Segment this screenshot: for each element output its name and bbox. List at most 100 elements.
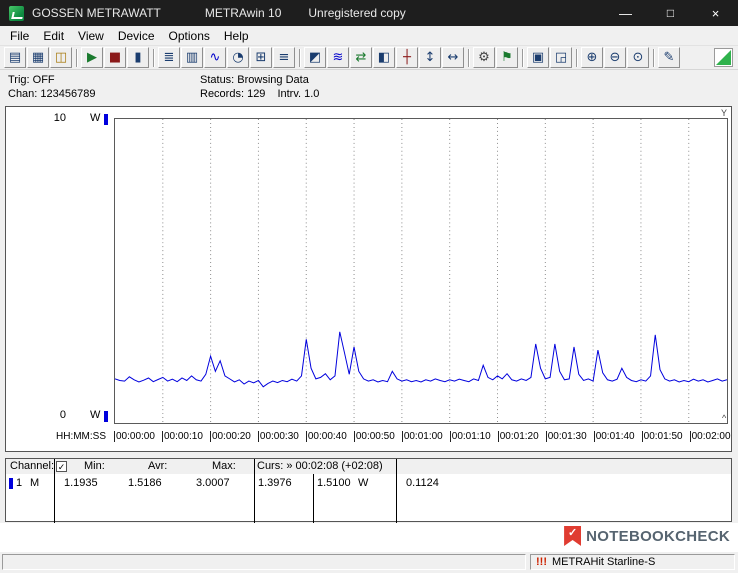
y-axis-max-label: 10 [44, 112, 66, 124]
x-axis-title: HH:MM:SS [56, 431, 106, 442]
print-icon[interactable]: ▣ [527, 47, 549, 68]
header-max: Max: [212, 460, 236, 472]
y-axis-indicator[interactable]: Y [721, 108, 727, 118]
power-trace [115, 332, 727, 387]
x-tick-label: 00:01:10 [452, 431, 491, 442]
toolbar-separator [650, 48, 657, 68]
y-scale-icon[interactable]: ↕ [419, 47, 441, 68]
open-icon[interactable]: ◫ [50, 47, 72, 68]
menu-item-options[interactable]: Options [162, 27, 217, 45]
device-settings-icon[interactable]: ⚙ [473, 47, 495, 68]
x-tick-label: 00:00:20 [212, 431, 251, 442]
x-tick-label: 00:00:00 [116, 431, 155, 442]
x-tick [306, 431, 307, 442]
trigger-icon[interactable]: ⚑ [496, 47, 518, 68]
channel-marker-bottom [104, 411, 108, 422]
notebookcheck-watermark: ✓ NOTEBOOKCHECK [564, 526, 730, 546]
x-tick-label: 00:00:10 [164, 431, 203, 442]
save-as-icon[interactable]: ▦ [27, 47, 49, 68]
toolbar-separator [519, 48, 526, 68]
toolbar-separator [296, 48, 303, 68]
status-segment-device: !!! METRAHit Starline-S [530, 554, 735, 570]
menu-item-edit[interactable]: Edit [36, 27, 71, 45]
x-tick-label: 00:01:30 [548, 431, 587, 442]
print-preview-icon[interactable]: ◲ [550, 47, 572, 68]
x-tick [114, 431, 115, 442]
menu-item-device[interactable]: Device [111, 27, 162, 45]
title-license-status: Unregistered copy [308, 6, 405, 20]
start-recording-icon[interactable]: ▶ [81, 47, 103, 68]
app-icon [9, 6, 24, 21]
status-text: Status: Browsing Data [200, 73, 331, 87]
x-tick-label: 00:00:40 [308, 431, 347, 442]
table-row: 1 M 1.1935 1.5186 3.0007 1.3976 1.5100 W… [6, 477, 731, 491]
close-button[interactable]: × [693, 0, 738, 26]
header-min: Min: [84, 460, 105, 472]
x-axis: HH:MM:SS 00:00:00 00:00:10 00:00:20 00:00:3… [6, 429, 733, 445]
save-icon[interactable]: ▤ [4, 47, 26, 68]
zoom-in-icon[interactable]: ⊕ [581, 47, 603, 68]
x-tick [450, 431, 451, 442]
menu-bar: FileEditViewDeviceOptionsHelp [0, 26, 738, 46]
cell-cursor-a: 1.3976 [258, 477, 292, 489]
title-product-name: METRAwin 10 [205, 6, 281, 20]
view-bargraph-icon[interactable]: ▥ [181, 47, 203, 68]
device-alert-icon: !!! [536, 556, 547, 568]
table-divider [313, 474, 314, 523]
plot-area[interactable] [114, 118, 728, 424]
measurement-table: Channel: ✓ Min: Avr: Max: Curs: » 00:02:… [5, 458, 732, 522]
metrawin-corner-logo-icon [714, 48, 733, 67]
view-chart-icon[interactable]: ∿ [204, 47, 226, 68]
pause-recording-icon[interactable]: ▮ [127, 47, 149, 68]
time-compress-icon[interactable]: ≋ [327, 47, 349, 68]
status-segment-empty [2, 554, 526, 570]
crosshair-icon[interactable]: ┼ [396, 47, 418, 68]
table-divider [396, 459, 397, 523]
title-bar: GOSSEN METRAWATT METRAwin 10 Unregistere… [0, 0, 738, 26]
channel-color-marker [9, 478, 13, 489]
channel-config-icon[interactable]: ◩ [304, 47, 326, 68]
zoom-window-icon[interactable]: ⊙ [627, 47, 649, 68]
cell-avr: 1.5186 [128, 477, 162, 489]
stop-recording-icon[interactable]: ■ [104, 47, 126, 68]
menu-item-view[interactable]: View [71, 27, 111, 45]
cell-cursor-delta: 0.1124 [406, 477, 439, 489]
toolbar: ▤▦◫ ▶■▮ ≣▥∿◔⊞≡ ◩≋⇄◧┼↕↔ ⚙⚑ ▣◲ ⊕⊖⊙ ✎ [0, 46, 738, 70]
toolbar-separator [573, 48, 580, 68]
minimize-button[interactable]: — [603, 0, 648, 26]
table-header: Channel: ✓ Min: Avr: Max: Curs: » 00:02:… [6, 459, 731, 474]
zoom-out-icon[interactable]: ⊖ [604, 47, 626, 68]
x-tick-label: 00:01:40 [596, 431, 635, 442]
view-gauge-icon[interactable]: ◔ [227, 47, 249, 68]
window-controls: — □ × [603, 0, 738, 26]
note-icon[interactable]: ✎ [658, 47, 680, 68]
x-tick-label: 00:00:30 [260, 431, 299, 442]
chart-svg [115, 119, 727, 423]
channel-marker-top [104, 114, 108, 125]
chart-panel: 10 W 0 W Y ^ HH:MM:SS 00:00:0000:00:1000… [5, 106, 732, 452]
bottom-strip: ✓ NOTEBOOKCHECK [0, 523, 738, 552]
cursor-mode-icon[interactable]: ◧ [373, 47, 395, 68]
x-tick [258, 431, 259, 442]
interval-value: Intrv. 1.0 [277, 88, 319, 100]
table-divider [254, 459, 255, 523]
metrawin-window: GOSSEN METRAWATT METRAwin 10 Unregistere… [0, 0, 738, 573]
menu-item-file[interactable]: File [3, 27, 36, 45]
cell-mode: M [30, 477, 39, 489]
channel-visible-checkbox[interactable]: ✓ [56, 461, 67, 472]
x-scale-icon[interactable]: ↔ [442, 47, 464, 68]
x-tick-label: 00:02:00 [692, 431, 731, 442]
device-name: METRAHit Starline-S [552, 556, 655, 568]
x-tick [690, 431, 691, 442]
x-tick [210, 431, 211, 442]
view-protocol-icon[interactable]: ≡ [273, 47, 295, 68]
x-tick [546, 431, 547, 442]
menu-item-help[interactable]: Help [217, 27, 256, 45]
data-transfer-icon[interactable]: ⇄ [350, 47, 372, 68]
view-numeric-icon[interactable]: ≣ [158, 47, 180, 68]
y-axis-max-unit: W [90, 112, 100, 124]
toolbar-separator [73, 48, 80, 68]
header-avr: Avr: [148, 460, 167, 472]
maximize-button[interactable]: □ [648, 0, 693, 26]
view-table-icon[interactable]: ⊞ [250, 47, 272, 68]
